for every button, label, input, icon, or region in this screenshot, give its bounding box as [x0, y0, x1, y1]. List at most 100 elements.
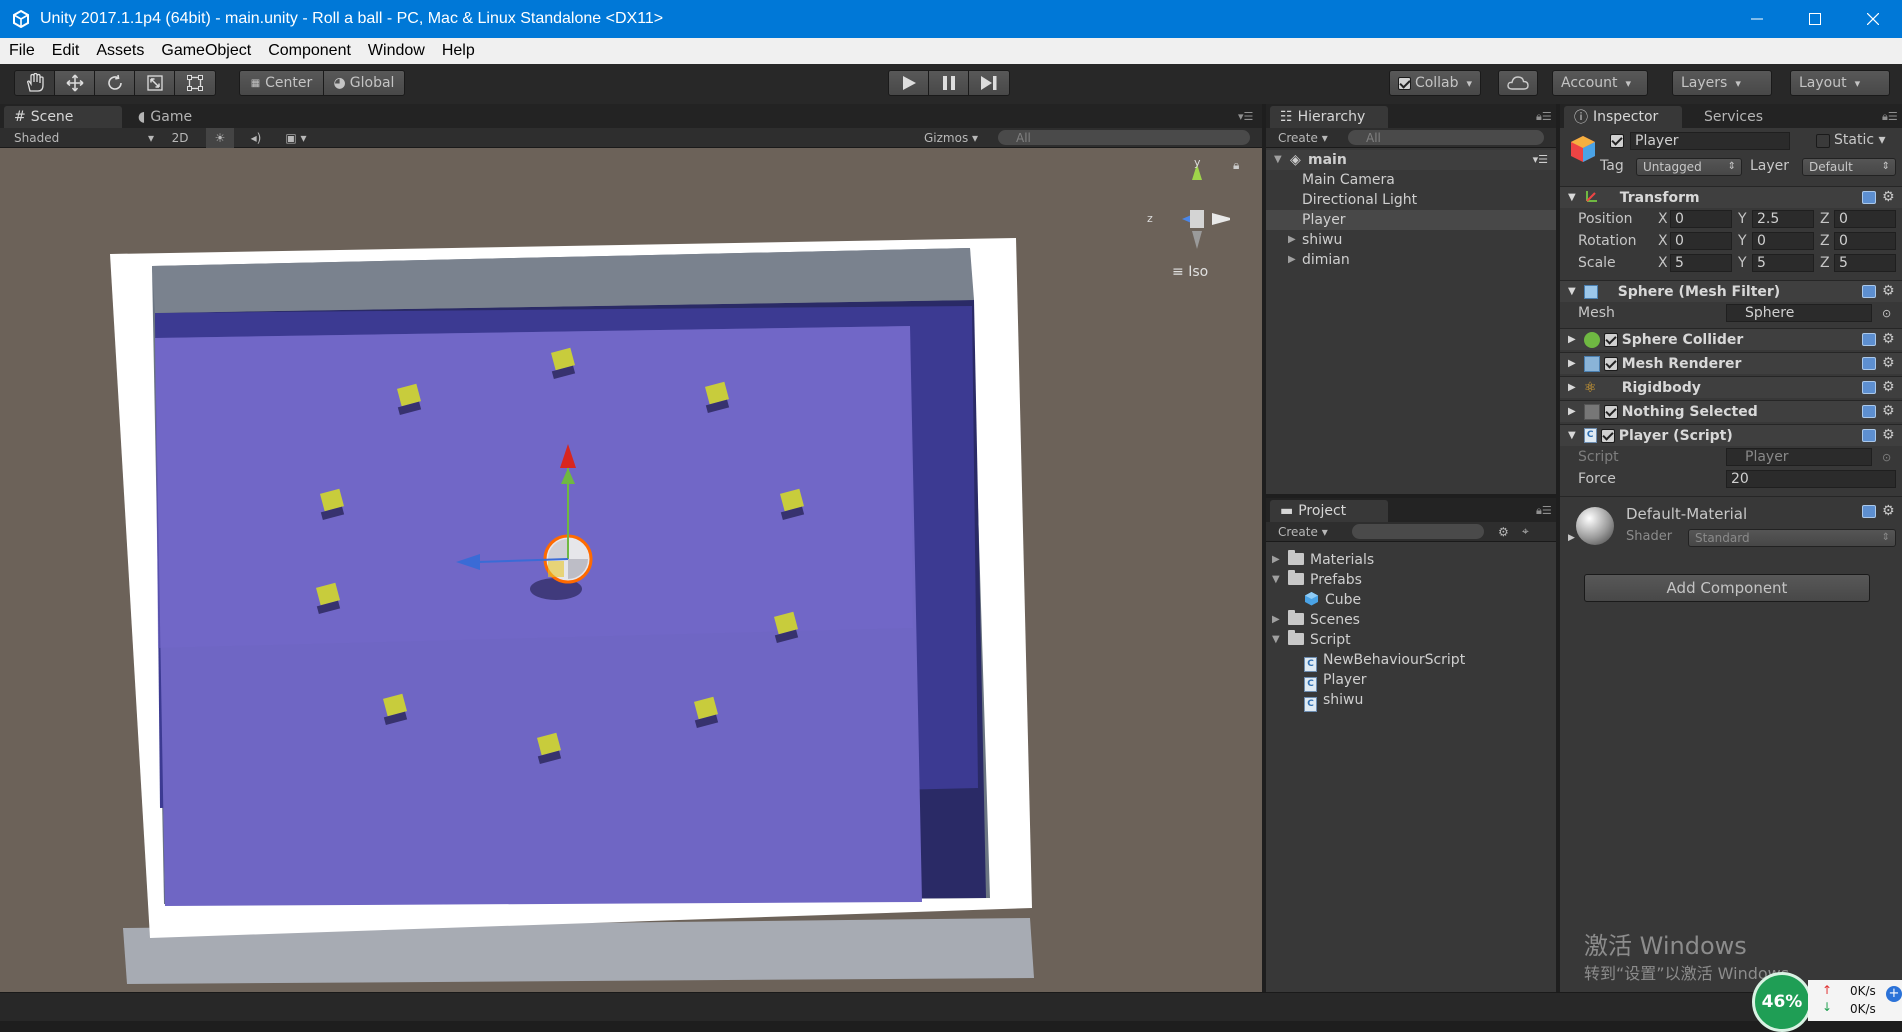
pivot-global-button[interactable]: ◕ Global [324, 71, 404, 95]
hierarchy-item-player[interactable]: Player [1266, 210, 1556, 230]
expand-arrow-icon[interactable]: ▶ [1288, 250, 1296, 270]
pause-button[interactable] [929, 71, 969, 95]
collapse-arrow-icon[interactable]: ▼ [1272, 570, 1280, 590]
project-search-input[interactable] [1352, 524, 1484, 539]
move-tool-button[interactable] [55, 71, 95, 95]
audio-toggle[interactable]: ◂) [242, 131, 270, 145]
project-folder-materials[interactable]: ▶ Materials [1266, 550, 1556, 570]
tab-hierarchy[interactable]: ☷ Hierarchy [1270, 106, 1388, 128]
rotation-y-field[interactable]: 0 [1752, 232, 1814, 250]
object-name-field[interactable]: Player [1630, 132, 1790, 150]
gizmos-dropdown[interactable]: Gizmos ▾ [924, 131, 978, 145]
netmon-percent-badge[interactable]: 46% [1752, 972, 1812, 1032]
gear-icon[interactable]: ⚙ [1882, 404, 1896, 418]
project-menu-icon[interactable]: 🔒︎☰ [1536, 504, 1552, 517]
project-folder-script[interactable]: ▼ Script [1266, 630, 1556, 650]
menu-window[interactable]: Window [359, 42, 433, 60]
hierarchy-item-dimian[interactable]: ▶ dimian [1266, 250, 1556, 270]
material-preview-sphere[interactable] [1576, 507, 1614, 545]
transform-header[interactable]: ▼ Transform ⚙ [1560, 186, 1902, 208]
scene-orientation-gizmo[interactable]: y z [1140, 156, 1234, 250]
shading-dropdown[interactable]: Shaded ▾ [14, 131, 154, 145]
collapse-arrow-icon[interactable]: ▼ [1272, 630, 1280, 650]
help-icon[interactable] [1862, 333, 1876, 346]
close-button[interactable] [1844, 0, 1902, 38]
scale-y-field[interactable]: 5 [1752, 254, 1814, 272]
panel-menu-icon[interactable]: ▾☰ [1238, 110, 1254, 123]
hierarchy-search-input[interactable]: All [1348, 130, 1544, 145]
hand-tool-button[interactable] [15, 71, 55, 95]
scene-viewport[interactable]: y z 🔒︎ ≡ Iso [0, 148, 1262, 992]
menu-edit[interactable]: Edit [43, 42, 88, 60]
player-script-enable-checkbox[interactable] [1600, 428, 1615, 443]
layer-dropdown[interactable]: Default [1802, 158, 1896, 176]
project-folder-prefabs[interactable]: ▼ Prefabs [1266, 570, 1556, 590]
menu-component[interactable]: Component [259, 42, 359, 60]
shader-dropdown[interactable]: Standard [1688, 529, 1896, 547]
help-icon[interactable] [1862, 357, 1876, 370]
project-script-newbehaviourscript[interactable]: C NewBehaviourScript [1266, 650, 1556, 672]
menu-gameobject[interactable]: GameObject [152, 42, 259, 60]
static-checkbox[interactable] [1816, 134, 1830, 148]
gizmo-lock-icon[interactable]: 🔒︎ [1233, 158, 1239, 173]
step-button[interactable] [969, 71, 1009, 95]
gear-icon[interactable]: ⚙ [1882, 284, 1896, 298]
rotate-tool-button[interactable] [95, 71, 135, 95]
mesh-field[interactable]: Sphere [1726, 304, 1872, 322]
position-x-field[interactable]: 0 [1670, 210, 1732, 228]
add-plus-icon[interactable]: + [1886, 986, 1902, 1002]
cloud-button[interactable] [1498, 70, 1538, 96]
player-script-header[interactable]: ▼ C Player (Script) ⚙ [1560, 424, 1902, 446]
expand-arrow-icon[interactable]: ▶ [1272, 550, 1280, 570]
static-dropdown[interactable]: Static ▾ [1834, 132, 1886, 148]
filter-type-icon[interactable]: ⚙ [1498, 525, 1509, 539]
gear-icon[interactable]: ⚙ [1882, 332, 1896, 346]
hierarchy-menu-icon[interactable]: 🔒︎☰ [1536, 110, 1552, 123]
scene-menu-icon[interactable]: ▾☰ [1533, 150, 1548, 170]
menu-assets[interactable]: Assets [87, 42, 152, 60]
force-field[interactable]: 20 [1726, 470, 1896, 488]
hierarchy-item-directional-light[interactable]: Directional Light [1266, 190, 1556, 210]
gear-icon[interactable]: ⚙ [1882, 380, 1896, 394]
play-button[interactable] [889, 71, 929, 95]
pivot-center-button[interactable]: ▦ Center [240, 71, 324, 95]
scene-root-item[interactable]: ▼ ◈ main ▾☰ [1266, 150, 1556, 170]
mesh-filter-header[interactable]: ▼ Sphere (Mesh Filter) ⚙ [1560, 280, 1902, 302]
expand-arrow-icon[interactable]: ▶ [1568, 533, 1575, 543]
rotation-x-field[interactable]: 0 [1670, 232, 1732, 250]
help-icon[interactable] [1862, 381, 1876, 394]
position-y-field[interactable]: 2.5 [1752, 210, 1814, 228]
account-dropdown[interactable]: Account [1552, 70, 1648, 96]
tab-scene[interactable]: # Scene [4, 106, 122, 128]
project-create-dropdown[interactable]: Create ▾ [1278, 525, 1328, 539]
effects-dropdown[interactable]: ▣ ▾ [276, 131, 316, 145]
object-picker-icon[interactable]: ⊙ [1882, 307, 1891, 320]
mesh-renderer-enable-checkbox[interactable] [1603, 356, 1618, 371]
help-icon[interactable] [1862, 429, 1876, 442]
scale-x-field[interactable]: 5 [1670, 254, 1732, 272]
hierarchy-create-dropdown[interactable]: Create ▾ [1278, 131, 1328, 145]
hierarchy-item-main-camera[interactable]: Main Camera [1266, 170, 1556, 190]
expand-arrow-icon[interactable]: ▶ [1288, 230, 1296, 250]
tab-game[interactable]: ◖ Game [128, 106, 202, 128]
nothing-selected-enable-checkbox[interactable] [1603, 404, 1618, 419]
lighting-toggle[interactable]: ☀ [206, 127, 234, 148]
sphere-collider-enable-checkbox[interactable] [1603, 332, 1618, 347]
projection-toggle[interactable]: ≡ Iso [1172, 264, 1208, 280]
nothing-selected-header[interactable]: ▶ Nothing Selected ⚙ [1560, 400, 1902, 422]
layers-dropdown[interactable]: Layers [1672, 70, 1772, 96]
scale-tool-button[interactable] [135, 71, 175, 95]
minimize-button[interactable] [1728, 0, 1786, 38]
layout-dropdown[interactable]: Layout [1790, 70, 1890, 96]
rotation-z-field[interactable]: 0 [1834, 232, 1896, 250]
gear-icon[interactable]: ⚙ [1882, 190, 1896, 204]
scale-z-field[interactable]: 5 [1834, 254, 1896, 272]
help-icon[interactable] [1862, 405, 1876, 418]
tab-project[interactable]: ▬ Project [1270, 500, 1388, 522]
mesh-renderer-header[interactable]: ▶ Mesh Renderer ⚙ [1560, 352, 1902, 374]
hierarchy-item-shiwu[interactable]: ▶ shiwu [1266, 230, 1556, 250]
tab-services[interactable]: Services [1694, 106, 1773, 128]
tab-inspector[interactable]: ⓘ Inspector [1564, 106, 1682, 128]
gear-icon[interactable]: ⚙ [1882, 504, 1896, 518]
scene-search-input[interactable]: All [998, 130, 1250, 145]
